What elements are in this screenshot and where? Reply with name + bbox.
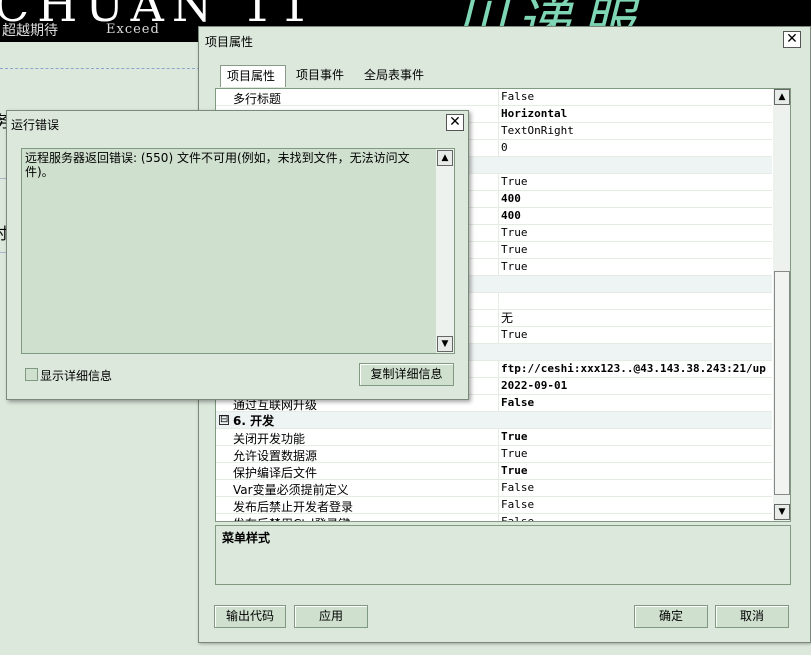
property-value[interactable]: 0: [498, 140, 772, 156]
property-value[interactable]: True: [498, 463, 772, 479]
property-value[interactable]: 无: [498, 310, 772, 326]
property-row[interactable]: 保护编译后文件 True: [216, 463, 772, 480]
property-name: 发布后禁止开发者登录: [233, 500, 354, 514]
banner-tagline: 超越期待: [2, 23, 58, 39]
close-icon[interactable]: ✕: [446, 114, 464, 131]
copy-details-button[interactable]: 复制详细信息: [359, 363, 454, 386]
property-row[interactable]: 多行标题 False: [216, 89, 772, 106]
show-details-label: 显示详细信息: [40, 369, 113, 383]
error-scrollbar[interactable]: ▲ ▼: [436, 149, 454, 353]
scroll-down-icon[interactable]: ▼: [774, 504, 790, 520]
tab-project-events[interactable]: 项目事件: [290, 65, 350, 87]
property-value[interactable]: [498, 293, 772, 309]
runtime-error-dialog: 运行错误 ✕ 远程服务器返回错误: (550) 文件不可用(例如，未找到文件，无…: [6, 110, 469, 400]
property-row[interactable]: Var变量必须提前定义 False: [216, 480, 772, 497]
close-icon[interactable]: ✕: [783, 31, 801, 48]
scroll-down-icon[interactable]: ▼: [437, 336, 453, 352]
property-value[interactable]: False: [498, 480, 772, 496]
property-value[interactable]: 2022-09-01: [498, 378, 772, 394]
banner-tagline-en: Exceed: [106, 22, 160, 37]
property-value[interactable]: True: [498, 429, 772, 445]
property-value[interactable]: 400: [498, 208, 772, 224]
property-group-title: 6. 开发: [233, 414, 275, 428]
property-value[interactable]: True: [498, 259, 772, 275]
scroll-thumb[interactable]: [774, 271, 790, 495]
property-value[interactable]: True: [498, 242, 772, 258]
property-row[interactable]: 发布后禁用Ctrl登录键 False: [216, 514, 772, 521]
ok-button[interactable]: 确定: [634, 605, 708, 628]
tab-global-table-events[interactable]: 全局表事件: [358, 65, 430, 87]
property-name: 多行标题: [233, 92, 282, 106]
property-row[interactable]: 关闭开发功能 True: [216, 429, 772, 446]
property-grid-scrollbar[interactable]: ▲ ▼: [773, 89, 790, 521]
property-value[interactable]: False: [498, 514, 772, 521]
export-code-button[interactable]: 输出代码: [214, 605, 286, 628]
property-value[interactable]: False: [498, 395, 772, 411]
property-row[interactable]: 发布后禁止开发者登录 False: [216, 497, 772, 514]
cancel-button[interactable]: 取消: [715, 605, 789, 628]
dialog-title: 运行错误: [11, 118, 60, 132]
property-value[interactable]: True: [498, 327, 772, 343]
property-value[interactable]: True: [498, 446, 772, 462]
dialog-titlebar[interactable]: 运行错误 ✕: [7, 111, 468, 135]
tab-project-properties[interactable]: 项目属性: [220, 65, 286, 87]
property-value[interactable]: 400: [498, 191, 772, 207]
property-value[interactable]: ftp://ceshi:xxx123..@43.143.38.243:21/up: [498, 361, 772, 377]
background-divider: [0, 68, 200, 69]
property-value[interactable]: True: [498, 174, 772, 190]
property-group-row[interactable]: ⊟ 6. 开发: [216, 412, 772, 429]
property-name: 允许设置数据源: [233, 449, 318, 463]
show-details-checkbox[interactable]: [25, 368, 38, 381]
dialog-title: 项目属性: [205, 35, 254, 49]
property-description: 菜单样式: [222, 531, 271, 545]
scroll-up-icon[interactable]: ▲: [437, 150, 453, 166]
collapse-icon[interactable]: ⊟: [219, 415, 229, 425]
scroll-up-icon[interactable]: ▲: [774, 89, 790, 105]
property-value[interactable]: Horizontal: [498, 106, 772, 122]
property-value[interactable]: False: [498, 497, 772, 513]
apply-button[interactable]: 应用: [294, 605, 368, 628]
property-name: 保护编译后文件: [233, 466, 318, 480]
property-value[interactable]: True: [498, 225, 772, 241]
property-name: Var变量必须提前定义: [233, 483, 349, 497]
property-name: 发布后禁用Ctrl登录键: [233, 515, 350, 521]
error-message-box[interactable]: 远程服务器返回错误: (550) 文件不可用(例如，未找到文件，无法访问文件)。…: [21, 148, 455, 354]
property-description-panel: 菜单样式: [215, 525, 791, 585]
error-message: 远程服务器返回错误: (550) 文件不可用(例如，未找到文件，无法访问文件)。: [25, 151, 410, 179]
property-row[interactable]: 允许设置数据源 True: [216, 446, 772, 463]
property-value[interactable]: False: [498, 89, 772, 105]
property-name: 关闭开发功能: [233, 432, 306, 446]
dialog-titlebar[interactable]: 项目属性 ✕: [199, 27, 810, 53]
property-value[interactable]: TextOnRight: [498, 123, 772, 139]
